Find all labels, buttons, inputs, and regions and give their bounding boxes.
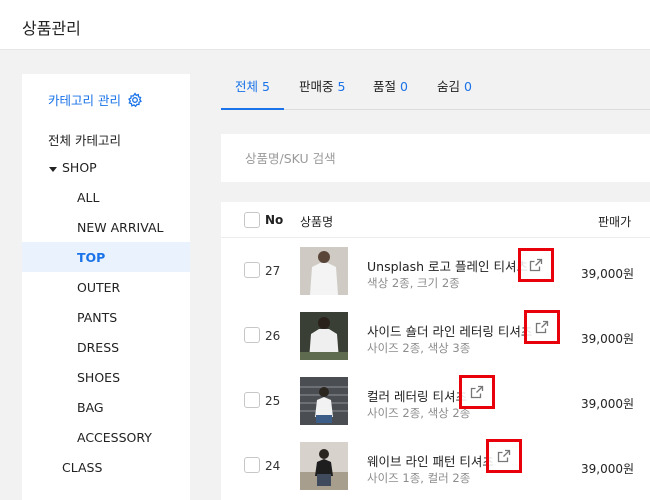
- top-bar: 상품관리: [0, 0, 650, 50]
- external-link-icon[interactable]: [459, 375, 495, 409]
- table-row[interactable]: 26 사이드 숄더 라인 레터링 티셔츠 사이즈 2종, 색상 3종 39,00…: [221, 304, 650, 369]
- product-price: 39,000원: [581, 462, 635, 476]
- tab-on-sale[interactable]: 판매중 5: [299, 76, 345, 110]
- tab-all[interactable]: 전체 5: [221, 76, 284, 110]
- sidebar-item-all[interactable]: ALL: [77, 190, 99, 205]
- sidebar-item-shop[interactable]: SHOP: [62, 160, 97, 175]
- search-box: [221, 134, 650, 182]
- product-options: 사이즈 2종, 색상 2종: [367, 406, 471, 420]
- product-name[interactable]: Unsplash 로고 플레인 티셔츠: [367, 256, 528, 275]
- product-options: 색상 2종, 크기 2종: [367, 276, 460, 290]
- header-name[interactable]: 상품명: [300, 213, 333, 230]
- product-name[interactable]: 웨이브 라인 패턴 티셔츠: [367, 451, 494, 470]
- row-number: 27: [265, 264, 281, 278]
- tab-count: 5: [337, 79, 346, 94]
- sidebar-item-all-categories[interactable]: 전체 카테고리: [48, 130, 121, 149]
- header-no: No: [265, 213, 284, 227]
- sidebar-item-accessory[interactable]: ACCESSORY: [77, 430, 152, 445]
- row-checkbox[interactable]: [244, 392, 260, 408]
- main-content: 전체5 판매중5 품절0 숨김0 No 상품명 판매가 27: [221, 50, 650, 500]
- product-name[interactable]: 컬러 레터링 티셔츠: [367, 386, 467, 405]
- table-row[interactable]: 27 Unsplash 로고 플레인 티셔츠 색상 2종, 크기 2종 39,0…: [221, 239, 650, 304]
- product-price: 39,000원: [581, 332, 635, 346]
- product-price: 39,000원: [581, 267, 635, 281]
- product-thumbnail[interactable]: [300, 377, 348, 425]
- sidebar-item-bag[interactable]: BAG: [77, 400, 104, 415]
- external-link-icon[interactable]: [518, 248, 554, 282]
- search-input[interactable]: [245, 148, 625, 168]
- product-thumbnail[interactable]: [300, 442, 348, 490]
- product-table: No 상품명 판매가 27 Unsplash 로고 플레인 티셔츠 색상 2종,…: [221, 202, 650, 500]
- external-link-icon[interactable]: [486, 439, 522, 473]
- table-header: No 상품명 판매가: [221, 202, 650, 238]
- tab-label: 숨김: [437, 79, 461, 94]
- sidebar-item-pants[interactable]: PANTS: [77, 310, 117, 325]
- external-link-icon[interactable]: [524, 310, 560, 344]
- row-number: 26: [265, 329, 281, 343]
- row-checkbox[interactable]: [244, 457, 260, 473]
- sidebar-item-top[interactable]: TOP: [22, 242, 190, 272]
- tab-sold-out[interactable]: 품절 0: [373, 76, 408, 110]
- tab-label: 판매중: [299, 79, 334, 94]
- row-number: 24: [265, 459, 281, 473]
- row-number: 25: [265, 394, 281, 408]
- sidebar-item-new-arrival[interactable]: NEW ARRIVAL: [77, 220, 163, 235]
- sidebar-item-class[interactable]: CLASS: [62, 460, 102, 475]
- product-options: 사이즈 1종, 컬러 2종: [367, 471, 471, 485]
- row-checkbox[interactable]: [244, 327, 260, 343]
- tab-count: 5: [262, 79, 270, 94]
- product-name[interactable]: 사이드 숄더 라인 레터링 티셔츠: [367, 321, 532, 340]
- sidebar-item-dress[interactable]: DRESS: [77, 340, 119, 355]
- category-sidebar: 카테고리 관리 전체 카테고리 SHOP ALL NEW ARRIVAL TOP…: [22, 74, 190, 500]
- table-row[interactable]: 24 웨이브 라인 패턴 티셔츠 사이즈 1종, 컬러 2종 39,000원: [221, 434, 650, 499]
- header-price[interactable]: 판매가: [598, 213, 631, 230]
- filter-tabs: 전체 5 판매중 5 품절 0 숨김 0: [221, 70, 650, 110]
- page-title: 상품관리: [22, 19, 81, 38]
- product-thumbnail[interactable]: [300, 247, 348, 295]
- category-manage-label: 카테고리 관리: [48, 93, 121, 108]
- select-all-checkbox[interactable]: [244, 212, 260, 228]
- tab-label: 전체: [235, 79, 259, 94]
- table-row[interactable]: 25 컬러 레터링 티셔츠 사이즈 2종, 색상 2종 39,000원: [221, 369, 650, 434]
- product-price: 39,000원: [581, 397, 635, 411]
- tab-count: 0: [400, 79, 408, 94]
- tab-hidden[interactable]: 숨김 0: [437, 76, 472, 110]
- row-checkbox[interactable]: [244, 262, 260, 278]
- caret-down-icon[interactable]: [49, 167, 57, 172]
- sidebar-item-outer[interactable]: OUTER: [77, 280, 120, 295]
- tab-count: 0: [464, 79, 472, 94]
- gear-icon[interactable]: [127, 91, 143, 108]
- category-manage-link[interactable]: 카테고리 관리: [48, 90, 143, 109]
- product-options: 사이즈 2종, 색상 3종: [367, 341, 471, 355]
- tab-label: 품절: [373, 79, 397, 94]
- sidebar-item-shoes[interactable]: SHOES: [77, 370, 120, 385]
- product-thumbnail[interactable]: [300, 312, 348, 360]
